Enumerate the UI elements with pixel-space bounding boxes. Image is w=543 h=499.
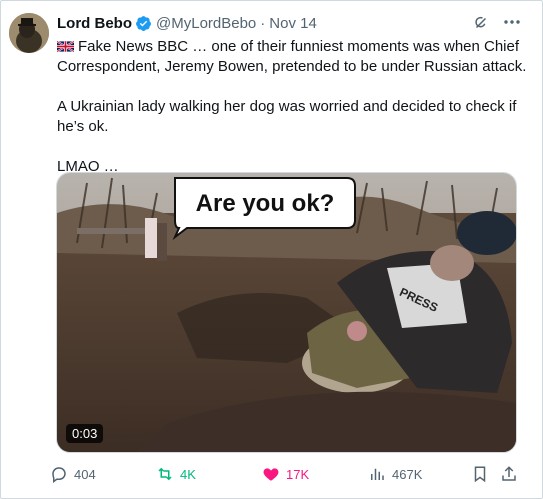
repost-button[interactable]: 4K bbox=[156, 462, 196, 486]
reply-icon bbox=[52, 467, 66, 483]
like-button[interactable]: 17K bbox=[262, 462, 309, 486]
timestamp[interactable]: Nov 14 bbox=[269, 15, 317, 32]
tweet-paragraph-1: Fake News BBC … one of their funniest mo… bbox=[57, 38, 527, 75]
tweet-header: Lord Bebo @MyLordBebo · Nov 14 bbox=[57, 13, 317, 33]
views-button[interactable]: 467K bbox=[368, 462, 422, 486]
heart-icon bbox=[263, 468, 279, 481]
share-button[interactable] bbox=[500, 462, 524, 486]
views-count: 467K bbox=[392, 466, 423, 482]
repost-count: 4K bbox=[180, 466, 196, 482]
action-bar: 404 4K 17K 467K bbox=[50, 462, 520, 486]
reply-button[interactable]: 404 bbox=[50, 462, 96, 486]
tweet-text: Fake News BBC … one of their funniest mo… bbox=[56, 37, 527, 177]
more-options-icon[interactable] bbox=[502, 12, 522, 32]
author-name[interactable]: Lord Bebo bbox=[57, 15, 132, 32]
caption-bubble-text: Are you ok? bbox=[196, 190, 335, 217]
tweet-paragraph: Fake News BBC … one of their funniest mo… bbox=[56, 37, 527, 77]
views-icon bbox=[371, 468, 384, 480]
uk-flag-icon bbox=[56, 38, 75, 53]
video-duration: 0:03 bbox=[66, 424, 104, 443]
author-handle[interactable]: @MyLordBebo bbox=[156, 15, 256, 32]
reply-count: 404 bbox=[74, 466, 96, 482]
like-count: 17K bbox=[286, 466, 310, 482]
grok-icon[interactable] bbox=[472, 14, 490, 32]
video-frame: PRESS Are you ok? bbox=[57, 173, 516, 452]
video-player[interactable]: PRESS Are you ok? 0:03 bbox=[56, 172, 517, 453]
repost-icon bbox=[158, 467, 172, 481]
avatar[interactable] bbox=[9, 13, 49, 53]
bookmark-icon bbox=[474, 466, 486, 483]
separator-dot: · bbox=[260, 14, 266, 32]
share-icon bbox=[502, 466, 516, 481]
tweet-paragraph-2: A Ukrainian lady walking her dog was wor… bbox=[57, 98, 517, 135]
bookmark-button[interactable] bbox=[471, 462, 495, 486]
verified-badge-icon bbox=[135, 15, 152, 32]
